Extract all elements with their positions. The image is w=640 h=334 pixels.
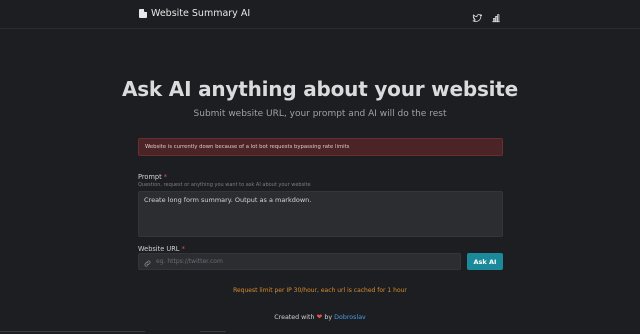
ask-ai-button[interactable]: Ask AI xyxy=(467,253,503,270)
prompt-textarea[interactable]: Create long form summary. Output as a ma… xyxy=(138,191,503,237)
website-url-input[interactable] xyxy=(156,258,446,265)
link-icon xyxy=(144,252,151,271)
brand[interactable]: Website Summary AI xyxy=(139,8,250,19)
website-url-field[interactable] xyxy=(138,253,461,270)
required-mark: * xyxy=(181,245,185,253)
footer: Created with ❤ by Dobroslav xyxy=(0,313,640,321)
page-subtitle: Submit website URL, your prompt and AI w… xyxy=(193,109,447,119)
divider xyxy=(0,331,145,332)
divider xyxy=(200,331,226,332)
footer-created-with: Created with xyxy=(274,314,315,321)
alert-text: Website is currently down because of a l… xyxy=(145,144,350,150)
footer-by: by xyxy=(324,314,333,321)
brand-title: Website Summary AI xyxy=(151,8,251,19)
document-icon xyxy=(139,9,147,18)
bar-chart-icon[interactable] xyxy=(491,8,501,23)
author-link[interactable]: Dobroslav xyxy=(334,314,366,321)
heart-icon: ❤ xyxy=(316,313,323,321)
rate-limit-notice: Request limit per IP 30/hour, each url i… xyxy=(233,287,407,294)
required-mark: * xyxy=(163,173,168,181)
prompt-label-text: Prompt xyxy=(138,173,162,181)
top-bar: Website Summary AI xyxy=(0,0,640,29)
page-title: Ask AI anything about your website xyxy=(121,77,519,101)
prompt-hint: Question, request or anything you want t… xyxy=(138,182,311,188)
header-icons xyxy=(472,8,501,23)
prompt-label: Prompt * xyxy=(138,173,167,181)
error-alert: Website is currently down because of a l… xyxy=(138,138,503,156)
twitter-icon[interactable] xyxy=(472,8,483,22)
